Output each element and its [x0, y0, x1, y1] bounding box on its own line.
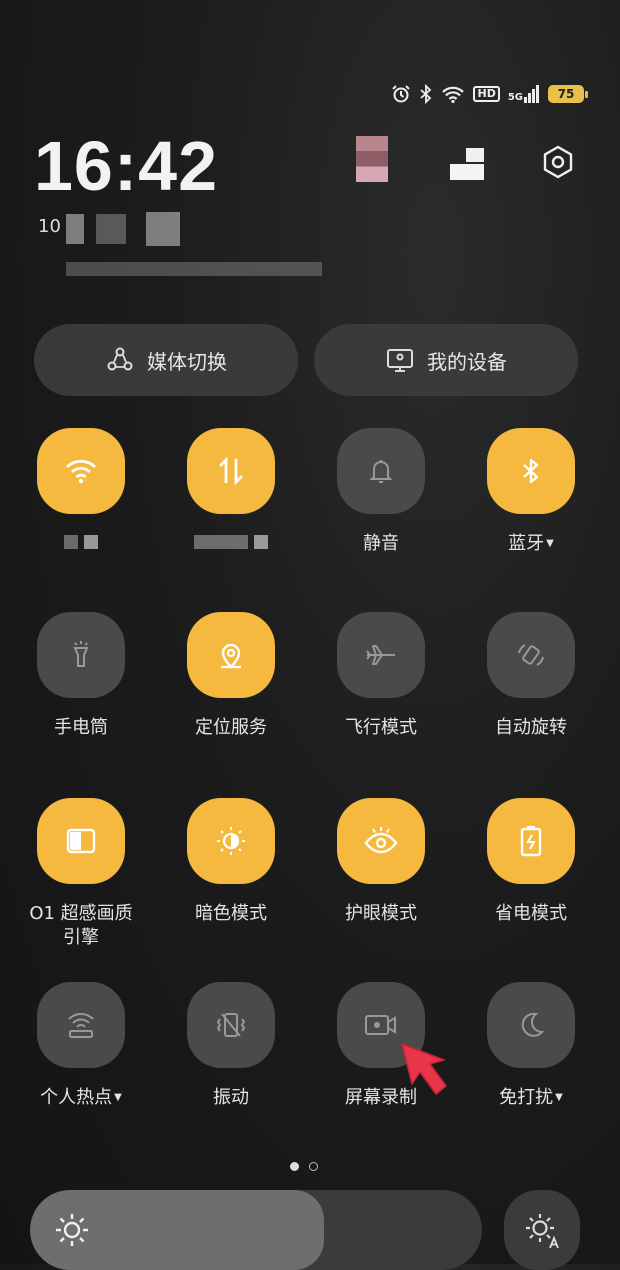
- auto-brightness-icon: [526, 1214, 559, 1249]
- pointer-arrow-icon: [401, 1043, 447, 1095]
- tile-flashlight[interactable]: 手电筒: [6, 612, 156, 740]
- tile-bluetooth-label: 蓝牙 ▼: [508, 533, 554, 554]
- dnd-tile-icon: [487, 982, 575, 1068]
- mute-tile-icon: [337, 428, 425, 514]
- status-bar: HD 5G 75: [391, 84, 588, 104]
- gear-icon: [543, 145, 573, 179]
- tile-location[interactable]: 定位服务: [156, 612, 306, 740]
- brightness-slider[interactable]: [30, 1190, 482, 1270]
- dark-mode-tile-icon: [187, 798, 275, 884]
- dropdown-caret-icon[interactable]: ▼: [555, 1092, 563, 1103]
- tile-hotspot[interactable]: 个人热点 ▼: [6, 982, 156, 1110]
- tile-dark-mode[interactable]: 暗色模式: [156, 798, 306, 926]
- data-arrows-icon: [219, 456, 243, 486]
- tile-power-saving-label: 省电模式: [495, 903, 567, 924]
- user-avatar[interactable]: [356, 136, 388, 182]
- bluetooth-tile-icon: [487, 428, 575, 514]
- wifi-icon: [442, 86, 465, 103]
- tile-airplane[interactable]: 飞行模式: [306, 612, 456, 740]
- alarm-icon: [392, 85, 411, 103]
- tile-vibrate-label: 振动: [213, 1087, 249, 1108]
- tile-o1-display[interactable]: O1 超感画质 引擎: [6, 798, 156, 950]
- dark-mode-icon: [217, 827, 245, 855]
- tile-dnd[interactable]: 免打扰 ▼: [456, 982, 606, 1110]
- vibrate-icon: [216, 1013, 246, 1037]
- screen-record-icon: [365, 1015, 396, 1035]
- bell-icon: [369, 460, 393, 483]
- tile-airplane-label: 飞行模式: [345, 717, 417, 738]
- settings-button[interactable]: [538, 142, 578, 182]
- battery-saver-icon: [520, 826, 542, 857]
- battery-indicator: 75: [548, 85, 588, 103]
- o1-display-tile-icon: [37, 798, 125, 884]
- moon-icon: [521, 1012, 545, 1037]
- tile-o1-display-label: O1 超感画质 引擎: [29, 903, 133, 948]
- clock: 16:42: [34, 127, 219, 205]
- tile-eye-comfort[interactable]: 护眼模式: [306, 798, 456, 926]
- flashlight-icon: [73, 641, 89, 667]
- dropdown-caret-icon[interactable]: ▼: [114, 1092, 122, 1103]
- hotspot-icon: [68, 1013, 94, 1038]
- tile-auto-rotate-label: 自动旋转: [495, 717, 567, 738]
- tile-eye-comfort-label: 护眼模式: [345, 903, 417, 924]
- flashlight-tile-icon: [37, 612, 125, 698]
- auto-brightness-button[interactable]: [504, 1190, 580, 1270]
- brightness-sun-icon: [56, 1214, 88, 1246]
- tile-wifi-label: [6, 532, 156, 556]
- airplane-tile-icon: [337, 612, 425, 698]
- tile-bluetooth[interactable]: 蓝牙 ▼: [456, 428, 606, 556]
- my-devices-label: 我的设备: [427, 349, 507, 374]
- bluetooth-icon: [420, 84, 432, 104]
- mobile-data-tile-icon: [187, 428, 275, 514]
- location-tile-icon: [187, 612, 275, 698]
- device-icon[interactable]: [450, 148, 484, 182]
- media-switch-label: 媒体切换: [147, 349, 227, 374]
- eye-comfort-tile-icon: [337, 798, 425, 884]
- location-icon: [221, 643, 241, 669]
- date-text: 10: [38, 216, 61, 237]
- airplane-icon: [366, 645, 395, 665]
- page-dot-2[interactable]: [309, 1162, 318, 1171]
- wifi-icon: [66, 459, 96, 484]
- tile-wifi[interactable]: [6, 428, 156, 556]
- tile-location-label: 定位服务: [195, 717, 267, 738]
- tile-auto-rotate[interactable]: 自动旋转: [456, 612, 606, 740]
- vibrate-tile-icon: [187, 982, 275, 1068]
- dropdown-caret-icon[interactable]: ▼: [546, 538, 554, 549]
- bluetooth-icon: [523, 458, 539, 484]
- display-engine-icon: [66, 828, 96, 854]
- media-switch-icon: [107, 347, 133, 371]
- page-dot-1[interactable]: [290, 1162, 299, 1171]
- page-indicator[interactable]: [290, 1162, 318, 1171]
- power-saving-tile-icon: [487, 798, 575, 884]
- hd-icon: HD: [473, 86, 500, 102]
- 5g-signal-icon: 5G: [508, 85, 540, 103]
- media-switch-button[interactable]: 媒体切换: [34, 324, 298, 396]
- tile-flashlight-label: 手电筒: [54, 717, 108, 738]
- hotspot-tile-icon: [37, 982, 125, 1068]
- tile-mute[interactable]: 静音: [306, 428, 456, 556]
- rotate-icon: [518, 644, 544, 666]
- tile-vibrate[interactable]: 振动: [156, 982, 306, 1110]
- redacted-text: [96, 214, 126, 244]
- tile-hotspot-label: 个人热点 ▼: [40, 1087, 122, 1108]
- redacted-text: [66, 214, 84, 244]
- tile-mobile-data[interactable]: [156, 428, 306, 556]
- eye-icon: [364, 827, 398, 854]
- my-devices-button[interactable]: 我的设备: [314, 324, 578, 396]
- my-devices-icon: [387, 349, 413, 372]
- redacted-text: [66, 262, 322, 276]
- tile-power-saving[interactable]: 省电模式: [456, 798, 606, 926]
- tile-mute-label: 静音: [363, 533, 399, 554]
- auto-rotate-tile-icon: [487, 612, 575, 698]
- tile-dark-mode-label: 暗色模式: [195, 903, 267, 924]
- wifi-tile-icon: [37, 428, 125, 514]
- tile-mobile-data-label: [156, 532, 306, 556]
- redacted-text: [146, 212, 180, 246]
- tile-dnd-label: 免打扰 ▼: [499, 1087, 563, 1108]
